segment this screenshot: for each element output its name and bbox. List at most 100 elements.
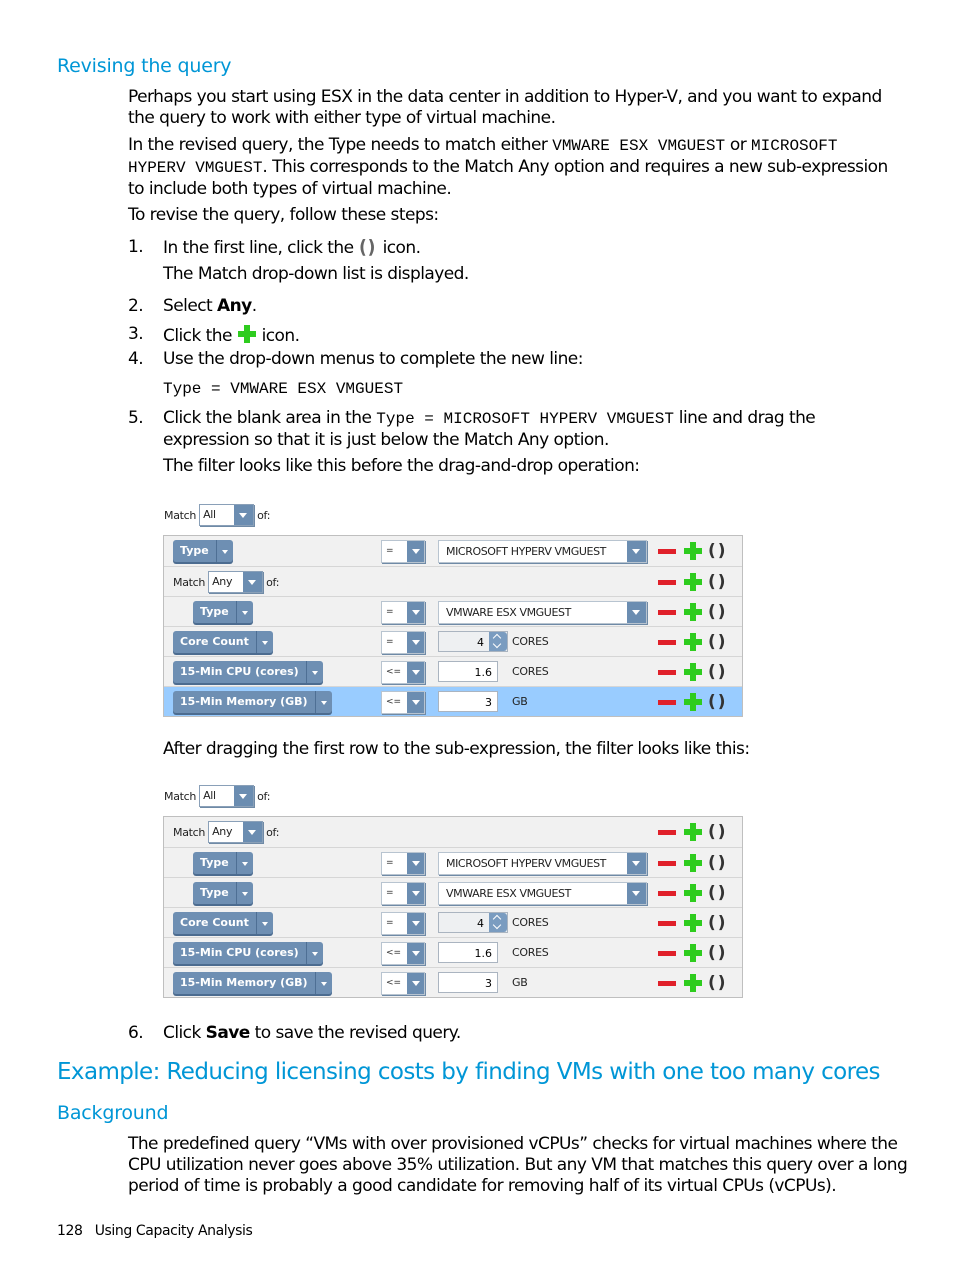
add-icon[interactable]: [684, 823, 702, 841]
chevron-down-icon: [316, 691, 332, 713]
parentheses-icon[interactable]: (): [708, 883, 728, 903]
remove-icon[interactable]: [658, 579, 676, 585]
chevron-down-icon: [627, 883, 646, 904]
add-icon[interactable]: [684, 854, 702, 872]
add-icon[interactable]: [684, 603, 702, 621]
field-label: Core Count: [173, 631, 257, 653]
remove-icon[interactable]: [658, 980, 676, 986]
filter-row[interactable]: Type = MICROSOFT HYPERV VMGUEST (): [164, 847, 742, 877]
stepper-arrows-icon[interactable]: [489, 913, 507, 932]
remove-icon[interactable]: [658, 609, 676, 615]
parentheses-icon[interactable]: (): [708, 822, 728, 842]
stepper-arrows-icon[interactable]: [489, 632, 507, 651]
remove-icon[interactable]: [658, 920, 676, 926]
remove-icon[interactable]: [658, 890, 676, 896]
of-label: of:: [257, 508, 271, 522]
parentheses-icon[interactable]: (): [708, 692, 728, 712]
filter-row[interactable]: 15-Min Memory (GB) <= 3 GB (): [164, 967, 742, 997]
operator-dropdown[interactable]: <=: [381, 661, 425, 684]
field-dropdown[interactable]: Core Count: [173, 631, 273, 653]
operator-dropdown[interactable]: <=: [381, 691, 425, 714]
parentheses-icon[interactable]: (): [708, 632, 728, 652]
row-actions: (): [658, 973, 728, 993]
step-text: Click the: [163, 326, 237, 346]
step-3: 3. Click the icon.: [0, 324, 954, 346]
filter-row[interactable]: 15-Min Memory (GB) <= 3 GB (): [164, 686, 742, 716]
filter-row[interactable]: Type = MICROSOFT HYPERV VMGUEST (): [164, 536, 742, 566]
value-stepper[interactable]: 4: [438, 912, 508, 933]
value-input[interactable]: 1.6: [438, 661, 498, 682]
parentheses-icon[interactable]: (): [708, 572, 728, 592]
field-dropdown[interactable]: 15-Min Memory (GB): [173, 972, 332, 994]
field-dropdown[interactable]: 15-Min CPU (cores): [173, 661, 323, 683]
field-dropdown[interactable]: Core Count: [173, 912, 273, 934]
parentheses-icon[interactable]: (): [708, 853, 728, 873]
filter-row[interactable]: Type = VMWARE ESX VMGUEST (): [164, 596, 742, 626]
match-any-dropdown[interactable]: Any: [208, 571, 264, 593]
operator-dropdown[interactable]: <=: [381, 942, 425, 965]
field-dropdown[interactable]: Type: [193, 852, 253, 874]
operator-dropdown[interactable]: =: [381, 882, 425, 905]
match-all-dropdown[interactable]: All: [199, 785, 255, 807]
remove-icon[interactable]: [658, 829, 676, 835]
value-stepper[interactable]: 4: [438, 631, 508, 652]
remove-icon[interactable]: [658, 548, 676, 554]
value-dropdown[interactable]: VMWARE ESX VMGUEST: [438, 601, 647, 624]
value-dropdown[interactable]: MICROSOFT HYPERV VMGUEST: [438, 852, 647, 875]
chevron-down-icon: [627, 602, 646, 623]
filter-row[interactable]: 15-Min CPU (cores) <= 1.6 CORES (): [164, 656, 742, 686]
value-dropdown[interactable]: VMWARE ESX VMGUEST: [438, 882, 647, 905]
field-dropdown[interactable]: 15-Min Memory (GB): [173, 691, 332, 713]
operator-dropdown[interactable]: =: [381, 601, 425, 624]
parentheses-icon[interactable]: (): [708, 541, 728, 561]
operator-dropdown[interactable]: =: [381, 852, 425, 875]
add-icon[interactable]: [684, 884, 702, 902]
step-4-code: Type = VMWARE ESX VMGUEST: [163, 380, 404, 398]
parentheses-icon[interactable]: (): [708, 973, 728, 993]
operator-dropdown[interactable]: =: [381, 540, 425, 563]
remove-icon[interactable]: [658, 950, 676, 956]
remove-icon[interactable]: [658, 699, 676, 705]
match-all-dropdown[interactable]: All: [199, 504, 255, 526]
filter-row[interactable]: Type = VMWARE ESX VMGUEST (): [164, 877, 742, 907]
remove-icon[interactable]: [658, 860, 676, 866]
parentheses-icon[interactable]: (): [708, 662, 728, 682]
chevron-down-icon: [307, 661, 323, 683]
after-drag-text: After dragging the first row to the sub-…: [163, 739, 750, 759]
parentheses-icon[interactable]: (): [708, 602, 728, 622]
step-code: Type = MICROSOFT HYPERV VMGUEST: [376, 410, 674, 428]
field-dropdown[interactable]: Type: [193, 882, 253, 904]
text-line: The predefined query “VMs with over prov…: [128, 1134, 898, 1154]
add-icon[interactable]: [684, 974, 702, 992]
filter-row[interactable]: Match Any of: (): [164, 566, 742, 596]
field-dropdown[interactable]: 15-Min CPU (cores): [173, 942, 323, 964]
filter-row[interactable]: Match Any of: (): [164, 817, 742, 847]
add-icon[interactable]: [684, 573, 702, 591]
operator-dropdown[interactable]: <=: [381, 972, 425, 995]
parentheses-icon[interactable]: (): [708, 943, 728, 963]
add-icon[interactable]: [684, 914, 702, 932]
value-dropdown[interactable]: MICROSOFT HYPERV VMGUEST: [438, 540, 647, 563]
add-icon[interactable]: [684, 944, 702, 962]
match-any-dropdown[interactable]: Any: [208, 821, 264, 843]
filter-row[interactable]: Core Count = 4 CORES (): [164, 907, 742, 937]
value-input[interactable]: 1.6: [438, 942, 498, 963]
operator-dropdown[interactable]: =: [381, 631, 425, 654]
remove-icon[interactable]: [658, 669, 676, 675]
add-icon[interactable]: [684, 693, 702, 711]
steps-intro: To revise the query, follow these steps:: [128, 205, 439, 225]
parentheses-icon[interactable]: (): [708, 913, 728, 933]
operator-dropdown[interactable]: =: [381, 912, 425, 935]
filter-panel: Match Any of: () Type = MICROSOFT HYPERV VMGUE…: [163, 816, 743, 998]
value-input[interactable]: 3: [438, 691, 498, 712]
row-actions: (): [658, 883, 728, 903]
filter-row[interactable]: 15-Min CPU (cores) <= 1.6 CORES (): [164, 937, 742, 967]
add-icon[interactable]: [684, 633, 702, 651]
add-icon[interactable]: [684, 663, 702, 681]
filter-row[interactable]: Core Count = 4 CORES (): [164, 626, 742, 656]
value-input[interactable]: 3: [438, 972, 498, 993]
field-dropdown[interactable]: Type: [173, 540, 233, 562]
add-icon[interactable]: [684, 542, 702, 560]
remove-icon[interactable]: [658, 639, 676, 645]
field-dropdown[interactable]: Type: [193, 601, 253, 623]
